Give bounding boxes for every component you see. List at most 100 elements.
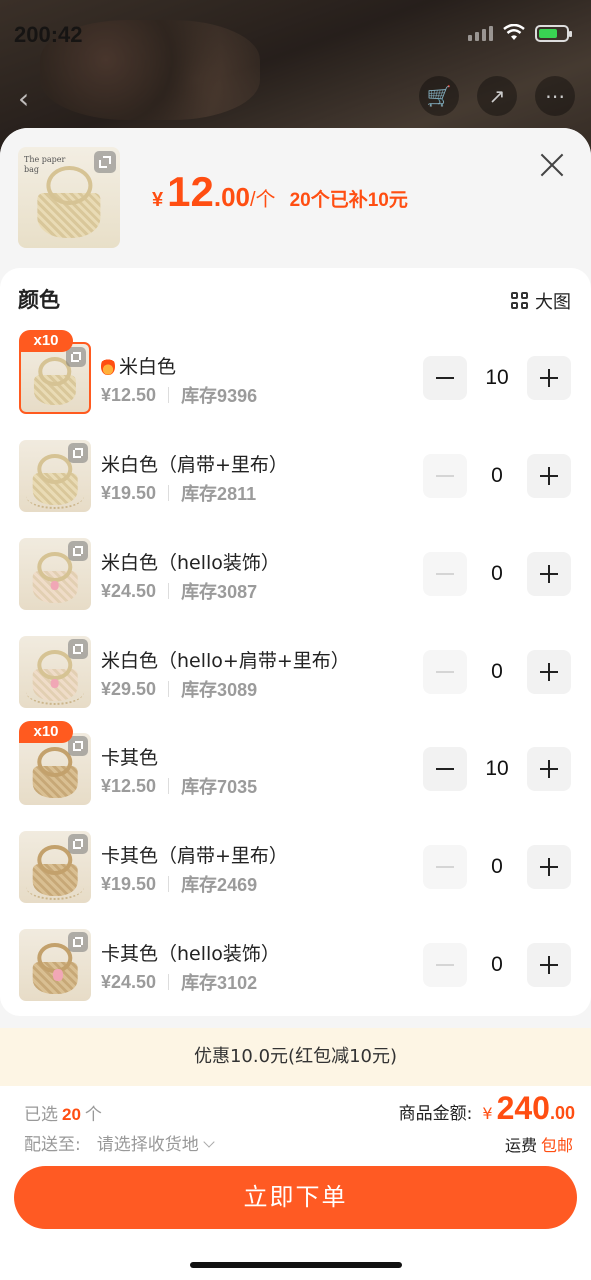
cart-icon[interactable]: 🛒 <box>419 76 459 116</box>
strap-image <box>26 483 84 510</box>
variant-meta: ¥12.50 库存7035 <box>101 773 257 799</box>
increase-button[interactable] <box>527 747 571 791</box>
price-decimal: .00 <box>213 182 250 212</box>
quantity-value[interactable]: 0 <box>467 845 527 889</box>
expand-icon[interactable] <box>66 347 86 367</box>
variant-name-text: 米白色（肩带+里布） <box>101 454 288 476</box>
variant-card: 颜色 大图 x10 米白色 ¥12.50 库存9396 10 米白色（肩带+里布… <box>0 268 591 1016</box>
quantity-value[interactable]: 0 <box>467 552 527 596</box>
sheet-header: The paper bag ¥ 12 .00 /个 20个已补10元 <box>0 128 591 268</box>
increase-button[interactable] <box>527 650 571 694</box>
decrease-button[interactable] <box>423 845 467 889</box>
expand-icon[interactable] <box>68 834 88 854</box>
quantity-stepper: 0 <box>423 943 571 987</box>
ship-value: 请选择收货地 <box>96 1135 199 1155</box>
variant-thumbnail[interactable] <box>19 440 91 512</box>
expand-icon[interactable] <box>94 151 116 173</box>
expand-icon[interactable] <box>68 639 88 659</box>
variant-name-text: 米白色 <box>119 356 177 378</box>
increase-button[interactable] <box>527 356 571 400</box>
bag-image <box>32 766 78 798</box>
quantity-stepper: 0 <box>423 454 571 498</box>
variant-name: 卡其色（肩带+里布） <box>101 841 288 868</box>
variant-stock: 库存9396 <box>181 386 258 406</box>
decrease-button[interactable] <box>423 454 467 498</box>
share-icon[interactable]: ↗ <box>477 76 517 116</box>
quantity-value[interactable]: 10 <box>467 356 527 400</box>
flame-icon <box>101 356 115 375</box>
ship-label: 配送至: <box>24 1135 81 1155</box>
close-icon[interactable] <box>539 152 565 178</box>
expand-icon[interactable] <box>68 443 88 463</box>
amount-integer: 240 <box>496 1090 550 1126</box>
status-bar: 200:42 <box>0 0 591 70</box>
amount-decimal: .00 <box>549 1103 575 1123</box>
variant-stock: 库存7035 <box>181 777 258 797</box>
big-image-label: 大图 <box>535 292 571 313</box>
divider <box>168 387 170 403</box>
quantity-value[interactable]: 10 <box>467 747 527 791</box>
variant-price: ¥19.50 <box>101 873 157 894</box>
variant-row[interactable]: 卡其色（肩带+里布） ¥19.50 库存2469 0 <box>0 831 591 929</box>
variant-name: 米白色（hello+肩带+里布） <box>101 646 350 673</box>
quantity-stepper: 10 <box>423 356 571 400</box>
decrease-button[interactable] <box>423 552 467 596</box>
increase-button[interactable] <box>527 454 571 498</box>
discount-bar: 优惠10.0元(红包减10元) <box>0 1028 591 1086</box>
status-time: 200:42 <box>14 22 83 47</box>
quantity-value[interactable]: 0 <box>467 454 527 498</box>
back-icon[interactable]: ‹ <box>18 82 29 115</box>
variant-row[interactable]: 卡其色（hello装饰） ¥24.50 库存3102 0 <box>0 929 591 1027</box>
variant-thumbnail[interactable] <box>19 929 91 1001</box>
divider <box>168 485 170 501</box>
freight-label: 运费 <box>504 1136 537 1155</box>
section-title: 颜色 <box>18 288 60 312</box>
decrease-button[interactable] <box>423 747 467 791</box>
chevron-down-icon <box>203 1136 215 1148</box>
variant-row[interactable]: 米白色（肩带+里布） ¥19.50 库存2811 0 <box>0 440 591 538</box>
selected-number: 20 <box>62 1105 81 1124</box>
expand-icon[interactable] <box>68 736 88 756</box>
increase-button[interactable] <box>527 943 571 987</box>
expand-icon[interactable] <box>68 541 88 561</box>
expand-icon[interactable] <box>68 932 88 952</box>
increase-button[interactable] <box>527 845 571 889</box>
decrease-button[interactable] <box>423 356 467 400</box>
ship-address-select[interactable]: 请选择收货地 <box>96 1130 215 1155</box>
decrease-button[interactable] <box>423 943 467 987</box>
variant-name: 米白色（肩带+里布） <box>101 450 288 477</box>
variant-name: 卡其色（hello装饰） <box>101 939 280 966</box>
unit-price: ¥ 12 .00 /个 20个已补10元 <box>152 168 408 216</box>
more-icon[interactable]: ⋯ <box>535 76 575 116</box>
quantity-value[interactable]: 0 <box>467 650 527 694</box>
place-order-button[interactable]: 立即下单 <box>14 1166 577 1229</box>
divider <box>168 974 170 990</box>
variant-name-text: 卡其色 <box>101 747 159 769</box>
variant-thumbnail[interactable] <box>19 538 91 610</box>
variant-row[interactable]: 米白色（hello装饰） ¥24.50 库存3087 0 <box>0 538 591 636</box>
quantity-value[interactable]: 0 <box>467 943 527 987</box>
quantity-stepper: 10 <box>423 747 571 791</box>
product-thumbnail[interactable]: The paper bag <box>18 147 120 248</box>
variant-price: ¥24.50 <box>101 971 157 992</box>
variant-thumbnail[interactable] <box>19 636 91 708</box>
variant-row[interactable]: 米白色（hello+肩带+里布） ¥29.50 库存3089 0 <box>0 636 591 734</box>
variant-thumbnail[interactable] <box>19 831 91 903</box>
increase-button[interactable] <box>527 552 571 596</box>
divider <box>168 583 170 599</box>
decrease-button[interactable] <box>423 650 467 694</box>
divider <box>168 681 170 697</box>
variant-thumbnail[interactable] <box>19 733 91 805</box>
variant-row[interactable]: x10 卡其色 ¥12.50 库存7035 10 <box>0 721 591 831</box>
bag-image <box>33 375 77 406</box>
selected-count: 已选 20 个 <box>24 1100 102 1125</box>
ship-to[interactable]: 配送至: 请选择收货地 <box>24 1130 215 1155</box>
variant-row[interactable]: x10 米白色 ¥12.50 库存9396 10 <box>0 330 591 440</box>
variant-stock: 库存3089 <box>181 680 258 700</box>
variant-stock: 库存2469 <box>181 875 258 895</box>
quantity-badge: x10 <box>19 721 73 743</box>
checkout-footer: 已选 20 个 配送至: 请选择收货地 商品金额: ¥ 240 .00 运费 包邮 立… <box>0 1086 591 1280</box>
variant-thumbnail[interactable] <box>19 342 91 414</box>
price-currency: ¥ <box>152 189 164 211</box>
big-image-toggle[interactable]: 大图 <box>511 288 571 314</box>
